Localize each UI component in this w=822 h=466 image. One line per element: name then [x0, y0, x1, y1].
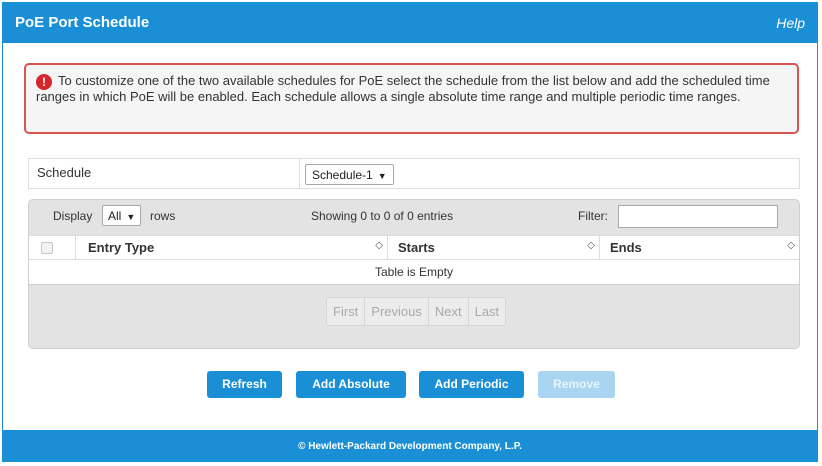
- row-divider: [299, 159, 300, 188]
- footer-copyright: © Hewlett-Packard Development Company, L…: [3, 430, 817, 461]
- select-all-checkbox[interactable]: [41, 242, 53, 254]
- schedule-row: Schedule Schedule-1 ▼: [28, 158, 800, 189]
- pagination: First Previous Next Last: [326, 297, 507, 326]
- poe-port-schedule-panel: PoE Port Schedule Help ! To customize on…: [2, 2, 818, 462]
- display-rows-value: All: [108, 209, 122, 223]
- pager-last[interactable]: Last: [469, 298, 506, 325]
- rows-label: rows: [150, 209, 176, 223]
- schedule-select[interactable]: Schedule-1 ▼: [305, 164, 394, 185]
- column-entry-type-label: Entry Type: [88, 240, 155, 255]
- pager-previous[interactable]: Previous: [365, 298, 429, 325]
- caret-down-icon: ▼: [126, 212, 136, 222]
- info-alert: ! To customize one of the two available …: [24, 63, 799, 134]
- help-link[interactable]: Help: [776, 15, 805, 31]
- panel-header: PoE Port Schedule Help: [3, 3, 817, 43]
- refresh-button[interactable]: Refresh: [207, 371, 282, 398]
- display-rows-select[interactable]: All ▼: [102, 205, 142, 226]
- column-ends[interactable]: Ends ◇: [600, 236, 799, 259]
- remove-button[interactable]: Remove: [538, 371, 615, 398]
- page-title: PoE Port Schedule: [15, 14, 150, 31]
- select-all-cell: [29, 236, 76, 259]
- column-starts-label: Starts: [398, 240, 435, 255]
- filter-input[interactable]: [618, 205, 778, 228]
- add-periodic-button[interactable]: Add Periodic: [419, 371, 524, 398]
- column-starts[interactable]: Starts ◇: [388, 236, 600, 259]
- schedule-label: Schedule: [37, 165, 92, 180]
- table-header: Entry Type ◇ Starts ◇ Ends ◇: [29, 235, 799, 260]
- pager-first[interactable]: First: [327, 298, 366, 325]
- caret-down-icon: ▼: [377, 171, 387, 181]
- add-absolute-button[interactable]: Add Absolute: [296, 371, 406, 398]
- pager-next[interactable]: Next: [429, 298, 469, 325]
- filter-label: Filter:: [578, 209, 608, 223]
- entries-table: Display All ▼ rows Showing 0 to 0 of 0 en…: [28, 199, 800, 349]
- sort-icon: ◇: [787, 240, 795, 251]
- empty-table-row: Table is Empty: [29, 260, 799, 285]
- column-ends-label: Ends: [610, 240, 642, 255]
- sort-icon: ◇: [375, 240, 383, 251]
- entries-info: Showing 0 to 0 of 0 entries: [311, 209, 454, 223]
- column-entry-type[interactable]: Entry Type ◇: [76, 236, 388, 259]
- sort-icon: ◇: [587, 240, 595, 251]
- alert-text: To customize one of the two available sc…: [36, 73, 770, 104]
- display-label: Display: [53, 209, 93, 223]
- schedule-select-value: Schedule-1: [312, 168, 373, 182]
